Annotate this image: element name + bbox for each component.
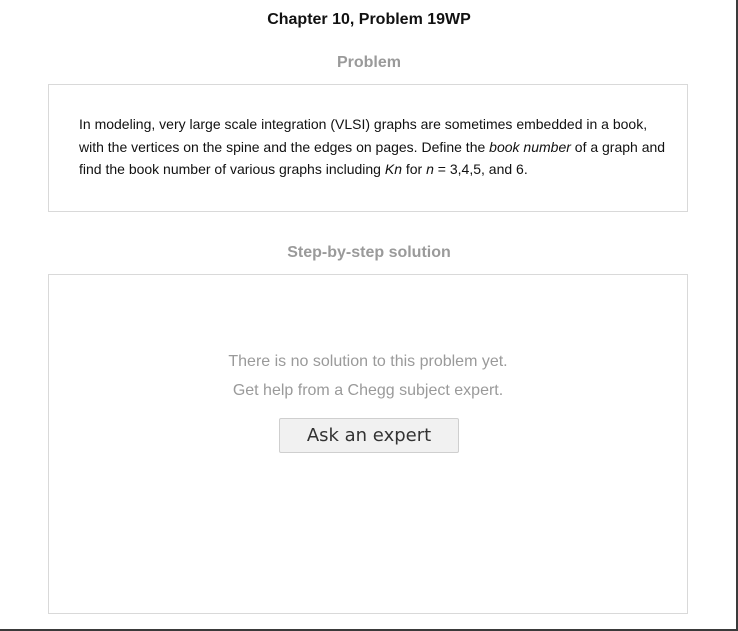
- ask-an-expert-button[interactable]: Ask an expert: [279, 418, 459, 453]
- problem-text-part: for: [401, 161, 427, 177]
- problem-text-part: = 3,4,5, and 6.: [433, 161, 528, 177]
- problem-heading: Problem: [336, 54, 401, 71]
- problem-term-kn: Kn: [384, 161, 402, 177]
- problem-term-n: n: [426, 161, 434, 177]
- no-solution-message: There is no solution to this problem yet…: [228, 353, 508, 370]
- problem-term-book-number: book number: [489, 138, 571, 155]
- solution-heading: Step-by-step solution: [287, 244, 451, 261]
- problem-panel: In modeling, very large scale integratio…: [48, 84, 688, 212]
- problem-text: In modeling, very large scale integratio…: [79, 113, 669, 181]
- expert-help-message: Get help from a Chegg subject expert.: [232, 382, 504, 399]
- solution-panel: There is no solution to this problem yet…: [48, 274, 688, 614]
- page-title: Chapter 10, Problem 19WP: [267, 11, 471, 28]
